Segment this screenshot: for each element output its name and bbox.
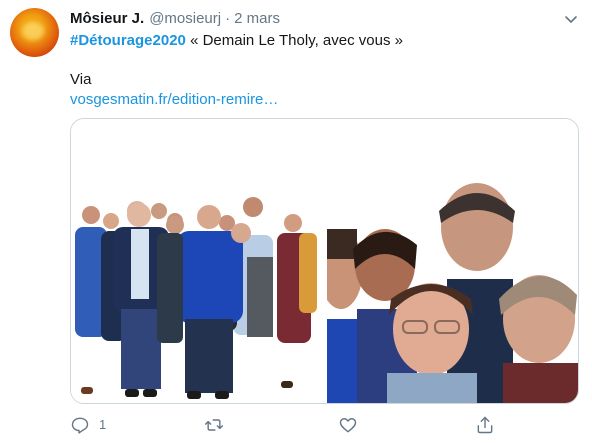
tweet-card[interactable]: Môsieur J. @mosieurj · 2 mars #Détourage…: [0, 0, 592, 443]
reply-icon: [71, 417, 89, 434]
group-closeup-photo[interactable]: [327, 119, 578, 403]
retweet-icon: [204, 419, 224, 431]
avatar[interactable]: [10, 8, 59, 57]
share-icon: [477, 416, 493, 434]
more-options-button[interactable]: [562, 10, 580, 28]
via-label: Via: [70, 71, 92, 88]
tweet-text-line: #Détourage2020 « Demain Le Tholy, avec v…: [70, 31, 403, 51]
group-cutout-image: [71, 119, 325, 403]
like-button[interactable]: [338, 414, 358, 436]
author-handle[interactable]: @mosieurj: [149, 9, 221, 29]
reply-count: 1: [99, 417, 107, 432]
author-name[interactable]: Môsieur J.: [70, 9, 144, 29]
hashtag-link[interactable]: #Détourage2020: [70, 32, 186, 49]
share-button[interactable]: [475, 414, 495, 436]
heart-icon: [339, 418, 357, 433]
article-link[interactable]: vosgesmatin.fr/edition-remire…: [70, 90, 278, 110]
tweet-header: Môsieur J. @mosieurj · 2 mars: [70, 9, 280, 29]
chevron-down-icon: [565, 16, 577, 23]
media-grid[interactable]: [70, 118, 579, 404]
retweet-button[interactable]: [204, 414, 224, 436]
tweet-actions: 1: [70, 414, 579, 438]
separator-dot: ·: [225, 10, 231, 27]
tweet-date[interactable]: 2 mars: [234, 9, 280, 29]
reply-button[interactable]: 1: [70, 414, 106, 436]
tweet-quote-text: « Demain Le Tholy, avec vous »: [185, 32, 403, 49]
group-cutout-photo[interactable]: [71, 119, 325, 403]
group-closeup-image: [327, 119, 578, 403]
